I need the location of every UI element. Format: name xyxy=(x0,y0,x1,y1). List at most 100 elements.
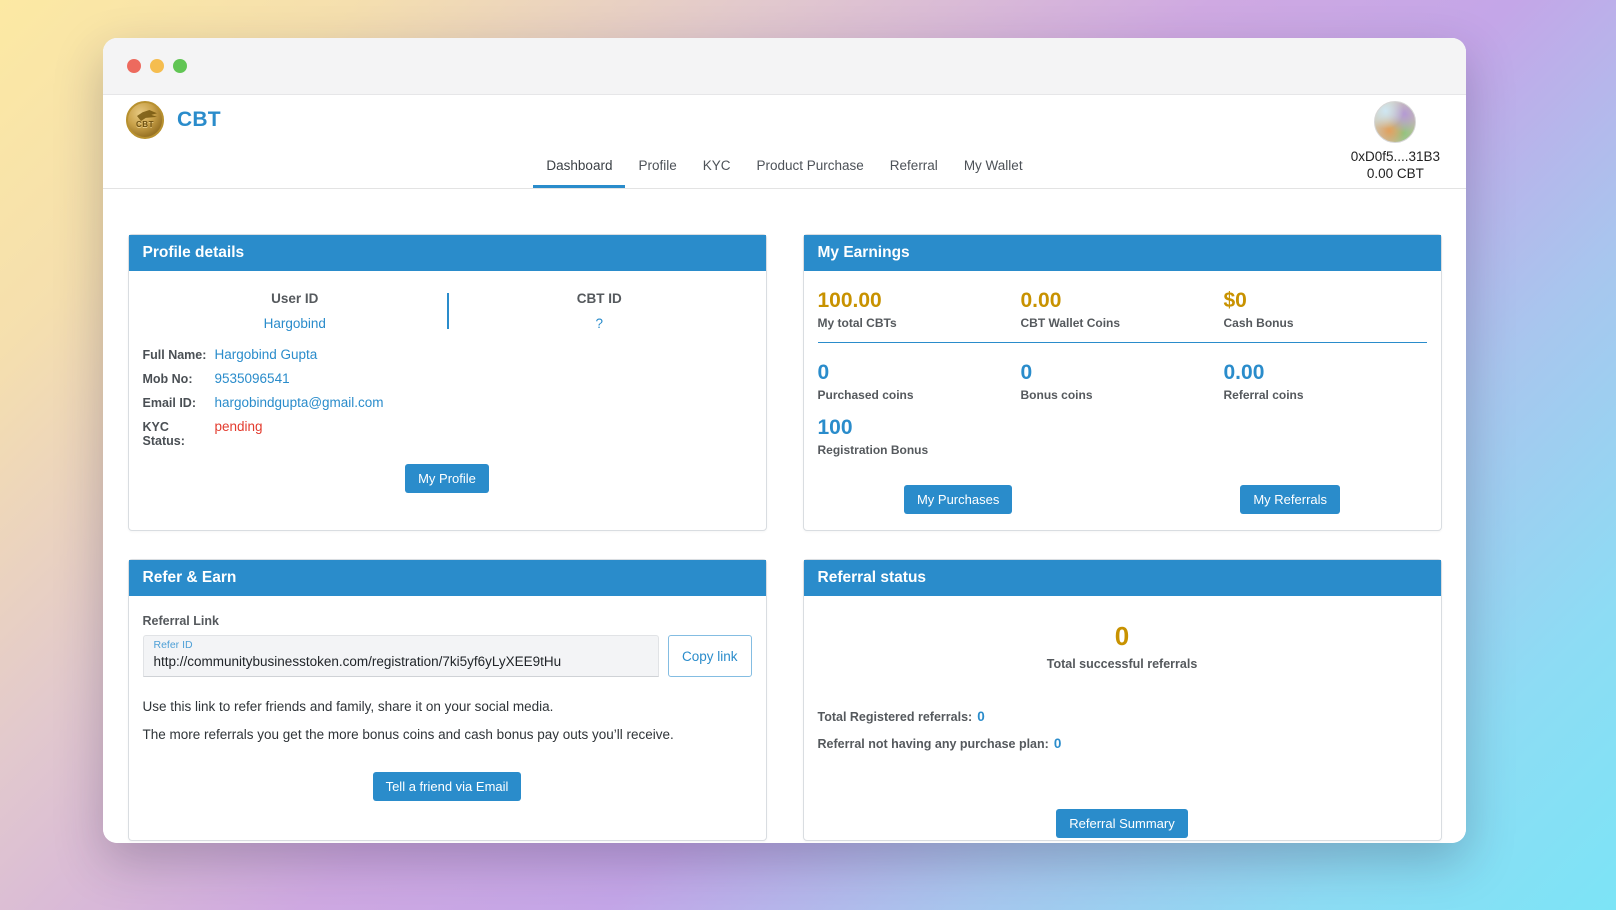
earnings-card-body: 100.00 My total CBTs 0.00 CBT Wallet Coi… xyxy=(804,271,1441,530)
earnings-card-actions: My Purchases My Referrals xyxy=(818,485,1427,515)
field-value: 9535096541 xyxy=(214,371,290,386)
status-line-value: 0 xyxy=(1053,736,1062,752)
refer-note-secondary: The more referrals you get the more bonu… xyxy=(142,726,674,742)
stat-my-total-cbts: 100.00 My total CBTs xyxy=(818,285,1021,340)
stat-value: 0.00 xyxy=(1020,289,1062,312)
refer-and-earn-card: Refer & Earn Referral Link Refer ID Copy… xyxy=(127,559,767,842)
user-id-value: Hargobind xyxy=(263,316,326,331)
user-id-label: User ID xyxy=(271,291,319,306)
wallet-balance: 0.00 CBT xyxy=(1366,166,1424,181)
user-id-column: User ID Hargobind xyxy=(143,291,448,331)
total-successful-referrals: 0 Total successful referrals xyxy=(818,622,1427,671)
minimize-window-button[interactable] xyxy=(150,59,164,73)
coin-mark-label: CBT xyxy=(136,120,154,129)
wallet-address: 0xD0f5....31B3 xyxy=(1350,149,1440,164)
browser-window: CBT CBT Dashboard Profile KYC Product Pu… xyxy=(103,38,1466,843)
brand-logo[interactable]: CBT CBT xyxy=(126,101,221,139)
my-purchases-button[interactable]: My Purchases xyxy=(903,485,1013,515)
dashboard-content: Profile details User ID Hargobind CBT ID… xyxy=(103,189,1466,843)
stat-value: 100.00 xyxy=(817,289,882,312)
refer-card-body: Referral Link Refer ID Copy link Use thi… xyxy=(129,596,766,840)
field-mob-no: Mob No: 9535096541 xyxy=(143,371,752,386)
maximize-window-button[interactable] xyxy=(173,59,187,73)
cbt-coin-icon: CBT xyxy=(126,101,164,139)
earnings-bottom-stats: 100 Registration Bonus xyxy=(818,412,1427,467)
referral-link-input[interactable] xyxy=(153,653,648,670)
profile-card-title: Profile details xyxy=(128,235,766,271)
refer-note-primary: Use this link to refer friends and famil… xyxy=(142,699,554,715)
avatar xyxy=(1374,101,1417,143)
earnings-top-stats: 100.00 My total CBTs 0.00 CBT Wallet Coi… xyxy=(818,285,1427,340)
tab-profile[interactable]: Profile xyxy=(625,149,689,188)
close-window-button[interactable] xyxy=(127,59,141,73)
tab-my-wallet[interactable]: My Wallet xyxy=(951,149,1036,188)
status-line-label: Total Registered referrals: xyxy=(817,710,973,725)
my-profile-button[interactable]: My Profile xyxy=(405,464,489,493)
my-earnings-card: My Earnings 100.00 My total CBTs 0.00 CB… xyxy=(802,234,1442,532)
profile-field-list: Full Name: Hargobind Gupta Mob No: 95350… xyxy=(143,347,752,448)
brand-name: CBT xyxy=(177,108,221,131)
app-header: CBT CBT Dashboard Profile KYC Product Pu… xyxy=(103,95,1466,189)
stat-label: CBT Wallet Coins xyxy=(1020,316,1121,331)
field-label: Email ID: xyxy=(142,396,197,410)
status-line-label: Referral not having any purchase plan: xyxy=(817,737,1049,752)
total-referrals-label: Total successful referrals xyxy=(1046,657,1198,672)
referral-link-row: Refer ID Copy link xyxy=(142,635,752,678)
tab-dashboard[interactable]: Dashboard xyxy=(533,149,626,188)
field-kyc-status: KYC Status: pending xyxy=(143,419,752,448)
stat-value: 100 xyxy=(817,416,853,440)
total-referrals-value: 0 xyxy=(1114,621,1130,652)
status-line-list: Total Registered referrals: 0 Referral no… xyxy=(818,709,1427,751)
profile-card-actions: My Profile xyxy=(143,464,752,493)
field-value: hargobindgupta@gmail.com xyxy=(214,395,384,410)
copy-link-button[interactable]: Copy link xyxy=(667,635,752,678)
my-referrals-button[interactable]: My Referrals xyxy=(1240,485,1341,515)
field-full-name: Full Name: Hargobind Gupta xyxy=(143,347,752,362)
tab-product-purchase[interactable]: Product Purchase xyxy=(743,149,876,188)
stat-label: Registration Bonus xyxy=(817,443,929,458)
status-card-actions: Referral Summary xyxy=(804,809,1441,839)
main-navigation: Dashboard Profile KYC Product Purchase R… xyxy=(103,149,1466,188)
cbt-id-value: ? xyxy=(595,316,603,331)
stat-cbt-wallet-coins: 0.00 CBT Wallet Coins xyxy=(1021,285,1224,340)
stat-label: Bonus coins xyxy=(1020,388,1093,403)
status-line-no-purchase-plan: Referral not having any purchase plan: 0 xyxy=(818,736,1427,751)
cbt-id-label: CBT ID xyxy=(576,291,622,306)
stat-value: 0 xyxy=(817,361,830,385)
tab-kyc[interactable]: KYC xyxy=(690,149,744,188)
refer-card-title: Refer & Earn xyxy=(128,560,766,597)
status-line-value: 0 xyxy=(977,709,985,725)
stat-bonus-coins: 0 Bonus coins xyxy=(1021,357,1224,412)
status-badge: pending xyxy=(214,419,263,434)
status-card-body: 0 Total successful referrals Total Regis… xyxy=(804,596,1441,840)
tab-referral[interactable]: Referral xyxy=(877,149,951,188)
referral-summary-button[interactable]: Referral Summary xyxy=(1056,809,1188,839)
refer-card-actions: Tell a friend via Email xyxy=(143,771,752,801)
stat-value: 0.00 xyxy=(1223,361,1265,385)
stat-registration-bonus: 100 Registration Bonus xyxy=(818,412,1021,467)
referral-link-label: Referral Link xyxy=(142,614,219,629)
window-titlebar xyxy=(103,38,1466,95)
refer-id-label: Refer ID xyxy=(153,639,193,652)
id-row: User ID Hargobind CBT ID ? xyxy=(143,285,752,335)
account-summary[interactable]: 0xD0f5....31B3 0.00 CBT xyxy=(1351,101,1440,181)
status-line-registered: Total Registered referrals: 0 xyxy=(818,709,1427,724)
profile-details-card: Profile details User ID Hargobind CBT ID… xyxy=(127,234,767,532)
cbt-id-column: CBT ID ? xyxy=(447,291,752,331)
field-email-id: Email ID: hargobindgupta@gmail.com xyxy=(143,395,752,410)
field-value: Hargobind Gupta xyxy=(214,347,318,362)
profile-card-body: User ID Hargobind CBT ID ? Full Name: Ha… xyxy=(129,271,766,530)
referral-status-card: Referral status 0 Total successful refer… xyxy=(802,559,1442,842)
stat-label: Purchased coins xyxy=(817,388,914,403)
field-label: KYC Status: xyxy=(142,420,185,448)
stat-referral-coins: 0.00 Referral coins xyxy=(1224,357,1427,412)
card-grid: Profile details User ID Hargobind CBT ID… xyxy=(127,189,1442,842)
stat-label: Cash Bonus xyxy=(1223,316,1294,331)
stat-label: Referral coins xyxy=(1223,388,1304,403)
field-label: Mob No: xyxy=(142,372,193,386)
stat-value: $0 xyxy=(1223,289,1247,312)
stat-value: 0 xyxy=(1020,361,1033,385)
referral-link-field[interactable]: Refer ID xyxy=(142,635,659,678)
tell-a-friend-button[interactable]: Tell a friend via Email xyxy=(372,771,522,801)
earnings-card-title: My Earnings xyxy=(803,235,1441,271)
